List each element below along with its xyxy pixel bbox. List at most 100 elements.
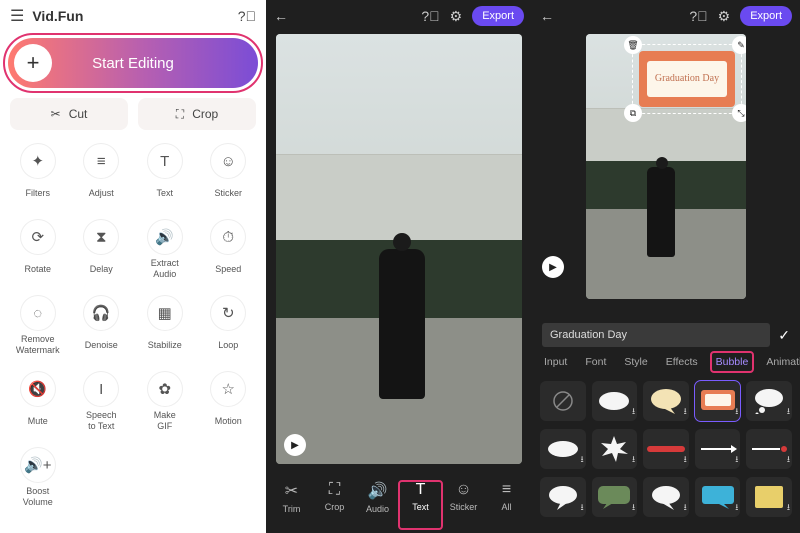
download-icon: ⭳: [580, 500, 583, 516]
tab-animation[interactable]: Animation: [762, 353, 800, 371]
sticker-icon: ☺: [455, 481, 471, 499]
download-icon: ⭳: [580, 452, 583, 468]
tool-filters[interactable]: ✦Filters: [6, 140, 70, 212]
bubble-b3[interactable]: ⭳: [695, 381, 741, 421]
bubble-b4[interactable]: ⭳: [746, 381, 792, 421]
tool-speech-to-text[interactable]: ІSpeechto Text: [70, 368, 134, 440]
confirm-icon[interactable]: ✓: [778, 327, 790, 344]
tab-input[interactable]: Input: [540, 353, 571, 371]
tool-label: BoostVolume: [23, 486, 53, 508]
start-editing-button[interactable]: + Start Editing: [8, 38, 258, 88]
edit-handle[interactable]: ✎: [732, 36, 746, 54]
help-icon[interactable]: ?⃝: [238, 8, 256, 24]
delay-icon: ⧗: [84, 220, 118, 254]
loop-icon: ↻: [211, 296, 245, 330]
play-icon[interactable]: ▶: [542, 256, 564, 278]
adjust-icon: ≡: [84, 144, 118, 178]
speed-icon: ⏱: [211, 220, 245, 254]
home-panel: ☰ Vid.Fun ?⃝ + Start Editing ✂ Cut ⛶ Cro…: [0, 0, 266, 533]
tool-make-gif[interactable]: ✿ MakeGIF: [133, 368, 197, 440]
settings-icon[interactable]: ⚙: [450, 8, 463, 25]
tool-label: Speed: [215, 258, 241, 280]
remove-watermark-icon: ◌: [21, 296, 55, 330]
bubble-b1[interactable]: ⭳: [592, 381, 638, 421]
app-logo: Vid.Fun: [32, 8, 229, 24]
toolbar-sticker[interactable]: ☺Sticker: [442, 481, 485, 529]
tool-boost-volume[interactable]: 🔊+BoostVolume: [6, 444, 70, 516]
crop-button[interactable]: ⛶ Crop: [138, 98, 256, 130]
video-preview[interactable]: ▶: [276, 34, 522, 464]
tool-remove-watermark[interactable]: ◌RemoveWatermark: [6, 292, 70, 364]
tool-motion[interactable]: ☆Motion: [197, 368, 261, 440]
tool-stabilize[interactable]: ▦Stabilize: [133, 292, 197, 364]
tool-loop[interactable]: ↻Loop: [197, 292, 261, 364]
rotate-icon: ⟳: [21, 220, 55, 254]
tool-grid: ✦Filters ≡ Adjust TText☺Sticker ⟳Rotate ⧗ Dela…: [0, 140, 266, 516]
bubble-b11[interactable]: ⭳: [592, 477, 638, 517]
tool-denoise[interactable]: 🎧Denoise: [70, 292, 134, 364]
bubble-b7[interactable]: ⭳: [643, 429, 689, 469]
download-icon: ⭳: [787, 404, 790, 420]
sticker-icon: ☺: [211, 144, 245, 178]
help-icon[interactable]: ?⃝: [421, 8, 439, 24]
toolbar-trim[interactable]: ✂Trim: [270, 481, 313, 529]
bubble-b9[interactable]: ⭳: [746, 429, 792, 469]
tool-sticker[interactable]: ☺Sticker: [197, 140, 261, 212]
tool-label: Text: [156, 182, 173, 204]
export-button[interactable]: Export: [472, 6, 524, 26]
bubble-b10[interactable]: ⭳: [540, 477, 586, 517]
download-icon: ⭳: [787, 452, 790, 468]
tool-label: Adjust: [89, 182, 114, 204]
bubble-b2[interactable]: ⭳: [643, 381, 689, 421]
bubble-b12[interactable]: ⭳: [643, 477, 689, 517]
bubble-b8[interactable]: ⭳: [695, 429, 741, 469]
bubble-b5[interactable]: ⭳: [540, 429, 586, 469]
help-icon[interactable]: ?⃝: [689, 8, 707, 24]
play-icon[interactable]: ▶: [284, 434, 306, 456]
download-icon: ⭳: [632, 500, 635, 516]
toolbar-crop[interactable]: ⛶Crop: [313, 481, 356, 529]
crop-icon: ⛶: [329, 481, 340, 499]
download-icon: ⭳: [632, 404, 635, 420]
toolbar-audio[interactable]: 🔊Audio: [356, 481, 399, 529]
video-preview-small[interactable]: Graduation Day 🗑 ✎ ⧉ ⤡: [586, 34, 746, 299]
tool-label: Delay: [90, 258, 113, 280]
bubble-none[interactable]: [540, 381, 586, 421]
tab-effects[interactable]: Effects: [662, 353, 702, 371]
make-gif-icon: ✿: [148, 372, 182, 406]
tool-label: Stabilize: [148, 334, 182, 356]
download-icon: ⭳: [735, 404, 738, 420]
delete-handle[interactable]: 🗑: [624, 36, 642, 54]
bubble-b13[interactable]: ⭳: [695, 477, 741, 517]
bubble-b14[interactable]: ⭳: [746, 477, 792, 517]
tool-rotate[interactable]: ⟳Rotate: [6, 216, 70, 288]
settings-icon[interactable]: ⚙: [718, 8, 731, 25]
scissors-icon: ✂: [51, 107, 61, 121]
bubble-b6[interactable]: ⭳: [592, 429, 638, 469]
toolbar-all[interactable]: ≡All: [485, 481, 528, 529]
cut-button[interactable]: ✂ Cut: [10, 98, 128, 130]
editor-panel: ← ?⃝ ⚙ Export ▶ ✂Trim⛶Crop🔊AudioTText☺St…: [266, 0, 532, 533]
text-input[interactable]: [542, 323, 770, 347]
resize-handle[interactable]: ⤡: [732, 104, 746, 122]
tool-mute[interactable]: 🔇Mute: [6, 368, 70, 440]
tool-text[interactable]: TText: [133, 140, 197, 212]
tab-bubble[interactable]: Bubble: [712, 353, 753, 371]
back-icon[interactable]: ←: [540, 8, 554, 24]
tool-speed[interactable]: ⏱ Speed: [197, 216, 261, 288]
text-overlay-selection[interactable]: Graduation Day 🗑 ✎ ⧉ ⤡: [632, 44, 742, 114]
toolbar-text[interactable]: TText: [399, 481, 442, 529]
tool-adjust[interactable]: ≡ Adjust: [70, 140, 134, 212]
export-button[interactable]: Export: [740, 6, 792, 26]
crop-icon: ⛶: [176, 107, 184, 122]
tab-font[interactable]: Font: [581, 353, 610, 371]
copy-handle[interactable]: ⧉: [624, 104, 642, 122]
tool-delay[interactable]: ⧗ Delay: [70, 216, 134, 288]
tool-label: MakeGIF: [154, 410, 176, 432]
tool-label: Denoise: [85, 334, 118, 356]
back-icon[interactable]: ←: [274, 8, 288, 24]
tool-extract-audio[interactable]: 🔊ExtractAudio: [133, 216, 197, 288]
menu-icon[interactable]: ☰: [10, 6, 24, 26]
tab-style[interactable]: Style: [620, 353, 651, 371]
tool-label: Motion: [215, 410, 242, 432]
